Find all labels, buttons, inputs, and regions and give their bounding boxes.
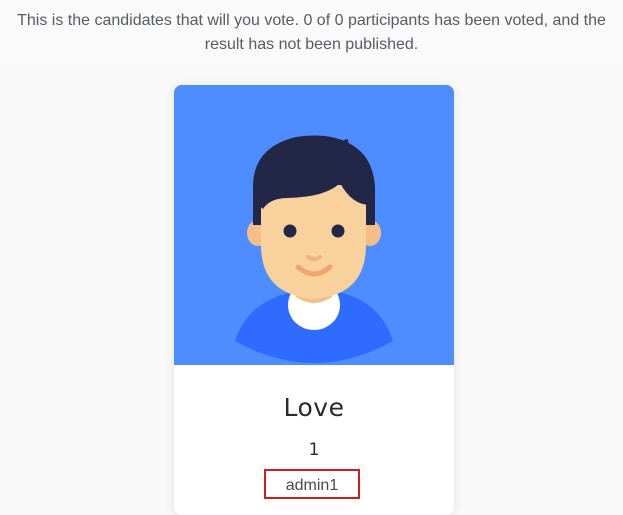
male-avatar-icon — [174, 85, 454, 365]
candidate-name: Love — [283, 393, 345, 422]
candidate-username[interactable]: admin1 — [264, 469, 360, 499]
vote-notice: This is the candidates that will you vot… — [0, 0, 623, 64]
vote-notice-text: This is the candidates that will you vot… — [17, 12, 606, 53]
candidate-avatar — [174, 85, 454, 365]
candidate-number: 1 — [308, 440, 320, 460]
candidate-card[interactable]: Love 1 admin1 — [174, 85, 454, 515]
